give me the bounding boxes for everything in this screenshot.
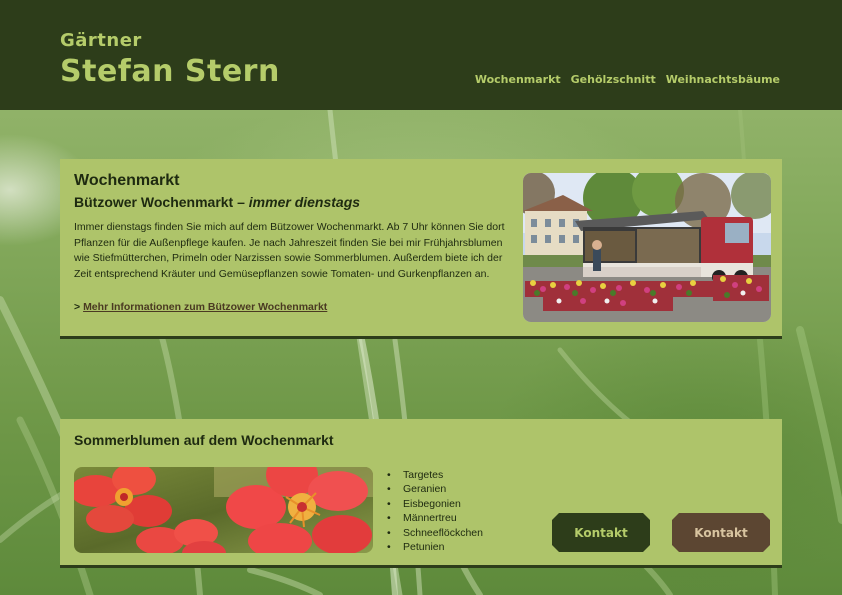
site-header: Gärtner Stefan Stern Wochenmarkt Gehölzs… <box>0 0 842 110</box>
market-more-info-link[interactable]: Mehr Informationen zum Bützower Wochenma… <box>83 301 327 313</box>
market-stall-photo <box>523 173 771 322</box>
nav-link-gehoelzschnitt[interactable]: Gehölzschnitt <box>571 73 656 86</box>
market-subtitle-emphasis: immer dienstags <box>248 194 361 210</box>
summer-flowers-title: Sommerblumen auf dem Wochenmarkt <box>74 432 334 448</box>
list-item: Schneeflöckchen <box>387 526 483 541</box>
brand-name[interactable]: Stefan Stern <box>60 54 280 89</box>
market-title: Wochenmarkt <box>74 172 180 189</box>
market-description: Immer dienstags finden Sie mich auf dem … <box>74 221 505 280</box>
market-more-info: > Mehr Informationen zum Bützower Wochen… <box>74 301 327 313</box>
market-subtitle: Bützower Wochenmarkt – immer dienstags <box>74 194 360 210</box>
market-subtitle-main: Bützower Wochenmarkt – <box>74 194 249 210</box>
nav-link-wochenmarkt[interactable]: Wochenmarkt <box>475 73 561 86</box>
contact-button-secondary[interactable]: Kontakt <box>672 513 770 552</box>
list-item: Targetes <box>387 468 483 483</box>
summer-flowers-panel: Sommerblumen auf dem Wochenmarkt • Targe… <box>60 419 782 568</box>
list-item: Eisbegonien <box>387 497 483 512</box>
summer-flowers-photo <box>74 467 373 553</box>
market-panel: Wochenmarkt Bützower Wochenmarkt – immer… <box>60 159 782 339</box>
list-item: Geranien <box>387 482 483 497</box>
brand-subtitle: Gärtner <box>60 30 142 51</box>
summer-flowers-list: Targetes Geranien Eisbegonien Männertreu… <box>387 468 483 555</box>
link-arrow: > <box>74 301 84 313</box>
main-nav: Wochenmarkt Gehölzschnitt Weihnachtsbäum… <box>475 73 780 86</box>
list-item: Männertreu <box>387 511 483 526</box>
list-item: Petunien <box>387 540 483 555</box>
contact-button-primary[interactable]: Kontakt <box>552 513 650 552</box>
nav-link-weihnachtsbaeume[interactable]: Weihnachtsbäume <box>666 73 780 86</box>
